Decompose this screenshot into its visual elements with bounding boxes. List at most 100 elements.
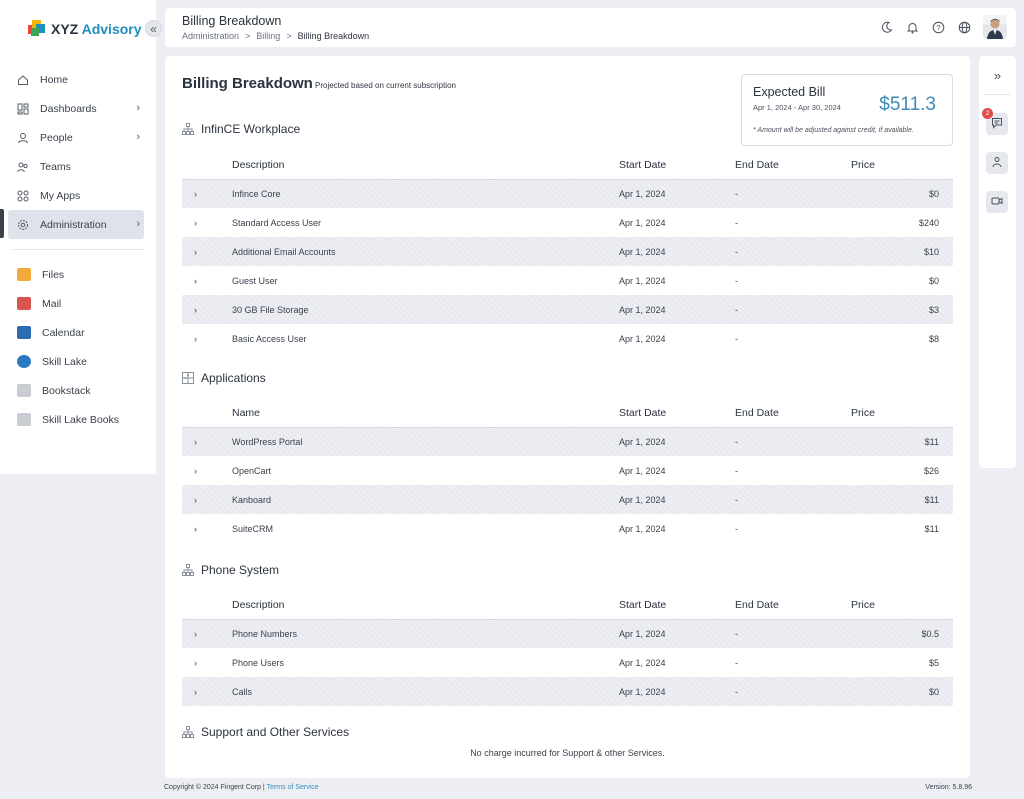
sidebar-item-label: My Apps bbox=[40, 189, 81, 202]
expected-bill-range: Apr 1, 2024 - Apr 30, 2024 bbox=[753, 103, 841, 112]
row-price: $0 bbox=[851, 179, 953, 208]
sidebar-item-skill-lake[interactable]: Skill Lake bbox=[0, 347, 156, 376]
page-title: Billing Breakdown bbox=[182, 75, 313, 92]
logo-text-accent: Advisory bbox=[81, 20, 142, 37]
sidebar-item-label: Dashboards bbox=[40, 102, 97, 115]
breadcrumb-item-billing[interactable]: Billing bbox=[256, 31, 280, 41]
chevron-right-icon[interactable]: › bbox=[182, 648, 232, 677]
column-header-name[interactable]: Name bbox=[232, 399, 619, 428]
contacts-button[interactable] bbox=[986, 152, 1008, 174]
column-header-start-date[interactable]: Start Date bbox=[619, 399, 735, 428]
table-row[interactable]: › WordPress Portal Apr 1, 2024 - $11 bbox=[182, 427, 953, 456]
rail-expand-button[interactable]: » bbox=[979, 68, 1016, 83]
chevron-right-icon[interactable]: › bbox=[182, 324, 232, 353]
expand-column-header bbox=[182, 151, 232, 180]
globe-icon[interactable] bbox=[957, 20, 971, 34]
column-header-description[interactable]: Description bbox=[232, 151, 619, 180]
row-price: $11 bbox=[924, 523, 939, 534]
sidebar-item-label: People bbox=[40, 131, 73, 144]
row-description: Guest User bbox=[232, 275, 278, 286]
row-start-date: Apr 1, 2024 bbox=[619, 333, 666, 344]
column-header-start-date[interactable]: Start Date bbox=[619, 151, 735, 180]
column-header-description[interactable]: Description bbox=[232, 591, 619, 620]
chevron-right-icon[interactable]: › bbox=[182, 514, 232, 543]
sidebar-item-my-apps[interactable]: My Apps bbox=[0, 181, 156, 210]
breadcrumb-item-current: Billing Breakdown bbox=[297, 31, 370, 41]
row-end-date: - bbox=[735, 179, 851, 208]
sidebar-item-calendar[interactable]: Calendar bbox=[0, 318, 156, 347]
table-row[interactable]: › Phone Numbers Apr 1, 2024 - $0.5 bbox=[182, 619, 953, 648]
sidebar-item-label: Bookstack bbox=[42, 384, 91, 397]
table-row[interactable]: › Guest User Apr 1, 2024 - $0 bbox=[182, 266, 953, 295]
expected-bill-note: * Amount will be adjusted against credit… bbox=[753, 127, 914, 134]
sidebar-item-label: Home bbox=[40, 73, 69, 86]
row-description: Calls bbox=[232, 677, 619, 706]
gear-icon bbox=[17, 219, 29, 231]
logo[interactable]: XYZ Advisory bbox=[28, 20, 142, 37]
column-header-price[interactable]: Price bbox=[851, 151, 953, 180]
chevron-right-icon[interactable]: › bbox=[182, 427, 232, 456]
chevron-right-icon[interactable]: › bbox=[182, 485, 232, 514]
table-row[interactable]: › Infince Core Apr 1, 2024 - $0 bbox=[182, 179, 953, 208]
breadcrumb: Administration > Billing > Billing Break… bbox=[182, 31, 369, 41]
chevron-right-icon[interactable]: › bbox=[182, 179, 232, 208]
section-title-phone-system: Phone System bbox=[182, 563, 279, 577]
chevron-right-icon[interactable]: › bbox=[182, 266, 232, 295]
expected-bill-title: Expected Bill bbox=[753, 85, 826, 99]
help-icon[interactable]: ? bbox=[931, 20, 945, 34]
breadcrumb-separator-icon: > bbox=[286, 31, 292, 41]
column-header-end-date[interactable]: End Date bbox=[735, 591, 851, 620]
sidebar-divider bbox=[12, 249, 144, 250]
table-row[interactable]: › SuiteCRM Apr 1, 2024 - $11 bbox=[182, 514, 953, 543]
sidebar-item-dashboards[interactable]: Dashboards › bbox=[0, 94, 156, 123]
bell-icon[interactable] bbox=[905, 20, 919, 34]
table-row[interactable]: › Additional Email Accounts Apr 1, 2024 … bbox=[182, 237, 953, 266]
column-header-price[interactable]: Price bbox=[851, 399, 953, 428]
table-row[interactable]: › OpenCart Apr 1, 2024 - $26 bbox=[182, 456, 953, 485]
chevron-right-icon[interactable]: › bbox=[182, 677, 232, 706]
terms-link[interactable]: Terms of Service bbox=[267, 784, 319, 791]
expand-column-header bbox=[182, 591, 232, 620]
sidebar-item-people[interactable]: People › bbox=[0, 123, 156, 152]
table-row[interactable]: › Standard Access User Apr 1, 2024 - $24… bbox=[182, 208, 953, 237]
breadcrumb-item-administration[interactable]: Administration bbox=[182, 31, 239, 41]
chevron-right-icon[interactable]: › bbox=[182, 237, 232, 266]
sidebar-item-home[interactable]: Home bbox=[0, 65, 156, 94]
chat-badge: 2 bbox=[982, 108, 993, 119]
chat-button[interactable]: 2 bbox=[982, 108, 1008, 135]
moon-icon[interactable] bbox=[879, 20, 893, 34]
sidebar-item-mail[interactable]: Mail bbox=[0, 289, 156, 318]
chevron-right-icon[interactable]: › bbox=[182, 295, 232, 324]
row-end-date: - bbox=[735, 237, 851, 266]
applications-table: Name Start Date End Date Price › WordPre… bbox=[182, 399, 953, 543]
sidebar-item-teams[interactable]: Teams bbox=[0, 152, 156, 181]
sidebar-collapse-button[interactable]: « bbox=[145, 20, 162, 37]
table-row[interactable]: › Calls Apr 1, 2024 - $0 bbox=[182, 677, 953, 706]
sidebar-item-skill-lake-books[interactable]: Skill Lake Books bbox=[0, 405, 156, 434]
table-row[interactable]: › Basic Access User Apr 1, 2024 - $8 bbox=[182, 324, 953, 353]
skill-lake-books-icon bbox=[17, 413, 31, 426]
table-row[interactable]: › Phone Users Apr 1, 2024 - $5 bbox=[182, 648, 953, 677]
column-header-end-date[interactable]: End Date bbox=[735, 399, 851, 428]
avatar[interactable] bbox=[983, 15, 1007, 39]
row-start-date: Apr 1, 2024 bbox=[619, 619, 735, 648]
video-button[interactable] bbox=[986, 191, 1008, 213]
sidebar-item-bookstack[interactable]: Bookstack bbox=[0, 376, 156, 405]
table-header-row: Description Start Date End Date Price bbox=[182, 591, 953, 620]
chevron-right-icon[interactable]: › bbox=[182, 456, 232, 485]
row-start-date: Apr 1, 2024 bbox=[619, 179, 735, 208]
chevron-right-icon[interactable]: › bbox=[182, 619, 232, 648]
section-title-workplace: InfinCE Workplace bbox=[182, 122, 300, 136]
column-header-start-date[interactable]: Start Date bbox=[619, 591, 735, 620]
column-header-end-date[interactable]: End Date bbox=[735, 151, 851, 180]
row-start-date: Apr 1, 2024 bbox=[619, 217, 666, 228]
sidebar-item-administration[interactable]: Administration › bbox=[8, 210, 144, 239]
table-row[interactable]: › 30 GB File Storage Apr 1, 2024 - $3 bbox=[182, 295, 953, 324]
contacts-icon bbox=[991, 156, 1003, 171]
bookstack-icon bbox=[17, 384, 31, 397]
sidebar-item-files[interactable]: Files bbox=[0, 260, 156, 289]
table-row[interactable]: › Kanboard Apr 1, 2024 - $11 bbox=[182, 485, 953, 514]
column-header-price[interactable]: Price bbox=[851, 591, 953, 620]
row-name: WordPress Portal bbox=[232, 427, 619, 456]
chevron-right-icon[interactable]: › bbox=[182, 208, 232, 237]
